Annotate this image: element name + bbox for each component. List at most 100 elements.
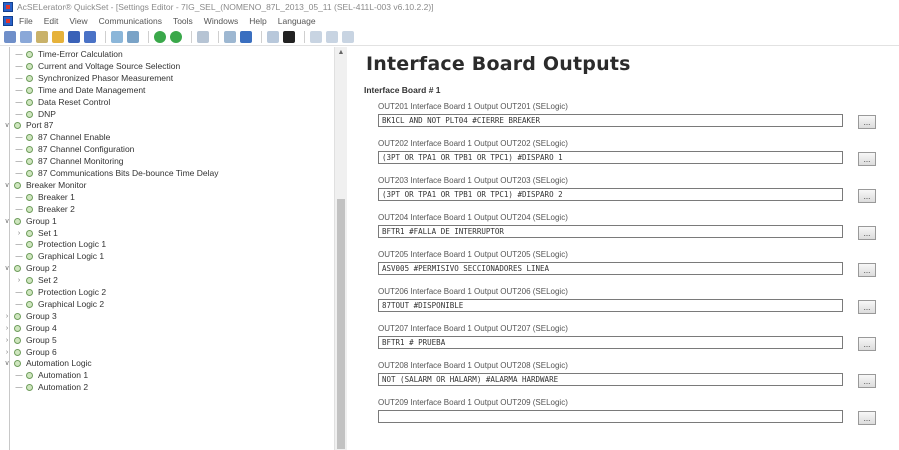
- tree-item[interactable]: — Time and Date Management: [15, 85, 146, 96]
- tree-item[interactable]: — Data Reset Control: [15, 97, 111, 108]
- send-icon[interactable]: [197, 30, 209, 43]
- menu-communications[interactable]: Communications: [99, 16, 162, 26]
- tree-item[interactable]: ∨ Group 2: [3, 263, 56, 274]
- settings-icon[interactable]: [154, 30, 166, 43]
- expand-icon[interactable]: ›: [15, 275, 23, 286]
- menu-language[interactable]: Language: [278, 16, 316, 26]
- output-setting-row: OUT203 Interface Board 1 Output OUT203 (…: [378, 176, 878, 209]
- tree-item[interactable]: ∨ Automation Logic: [3, 358, 92, 369]
- tree-item[interactable]: — Automation 2: [15, 382, 89, 393]
- tree-item[interactable]: › Set 1: [15, 228, 58, 239]
- tree-item[interactable]: › Group 4: [3, 323, 57, 334]
- selogic-expression-field[interactable]: [378, 410, 843, 423]
- tree-item[interactable]: — Current and Voltage Source Selection: [15, 61, 181, 72]
- tree-item[interactable]: ∨ Breaker Monitor: [3, 180, 86, 191]
- tree-item[interactable]: — Automation 1: [15, 370, 89, 381]
- toolbar-separator: [261, 30, 262, 43]
- terminal-icon[interactable]: [240, 30, 252, 43]
- tree-guide-icon: —: [15, 289, 23, 296]
- expression-builder-button[interactable]: ...: [858, 411, 876, 425]
- settings-node-icon: [26, 193, 33, 201]
- tree-item[interactable]: ∨ Port 87: [3, 120, 53, 131]
- selogic-expression-field[interactable]: (3PT OR TPA1 OR TPB1 OR TPC1) #DISPARO 1: [378, 151, 843, 164]
- connect-icon[interactable]: [127, 30, 139, 43]
- folder-icon[interactable]: [36, 30, 48, 43]
- settings-node-icon: [26, 146, 33, 154]
- tree-item[interactable]: — 87 Channel Enable: [15, 132, 111, 143]
- menu-edit[interactable]: Edit: [44, 16, 59, 26]
- expression-builder-button[interactable]: ...: [858, 300, 876, 314]
- scroll-thumb[interactable]: [337, 199, 345, 449]
- expression-builder-button[interactable]: ...: [858, 226, 876, 240]
- print-icon[interactable]: [84, 30, 96, 43]
- tree-item[interactable]: — Breaker 2: [15, 204, 75, 215]
- expression-builder-button[interactable]: ...: [858, 115, 876, 129]
- tree-item-label: 87 Communications Bits De-bounce Time De…: [38, 168, 219, 178]
- selogic-expression-field[interactable]: 87TOUT #DISPONIBLE: [378, 299, 843, 312]
- events-icon[interactable]: [267, 30, 279, 43]
- tree-guide-icon: —: [15, 253, 23, 261]
- menu-view[interactable]: View: [69, 16, 87, 26]
- disconnect-icon[interactable]: [283, 30, 295, 43]
- scroll-up-arrow-icon[interactable]: ▲: [337, 49, 345, 57]
- selogic-expression-field[interactable]: (3PT OR TPA1 OR TPB1 OR TPC1) #DISPARO 2: [378, 188, 843, 201]
- selogic-expression-field[interactable]: BK1CL AND NOT PLT04 #CIERRE BREAKER: [378, 114, 843, 127]
- tree-item[interactable]: — Time-Error Calculation: [15, 49, 123, 60]
- tree-item-label: Automation Logic: [26, 358, 92, 369]
- tree-item[interactable]: — Synchronized Phasor Measurement: [15, 73, 174, 84]
- new-icon[interactable]: [4, 30, 16, 43]
- tree-guide-icon: —: [15, 146, 23, 154]
- info-icon[interactable]: [326, 30, 338, 43]
- output-setting-row: OUT206 Interface Board 1 Output OUT206 (…: [378, 287, 878, 320]
- save-icon[interactable]: [52, 30, 64, 43]
- output-label: OUT205 Interface Board 1 Output OUT205 (…: [378, 250, 568, 259]
- tree-item[interactable]: — DNP: [15, 109, 56, 120]
- tree-item-label: Group 5: [26, 334, 57, 345]
- hmi-icon[interactable]: [224, 30, 236, 43]
- settings-node-icon: [26, 51, 33, 58]
- tree-item[interactable]: — 87 Channel Monitoring: [15, 156, 124, 167]
- tree-item[interactable]: ∨ Group 1: [3, 216, 56, 227]
- expression-builder-button[interactable]: ...: [858, 263, 876, 277]
- tree-item[interactable]: — Graphical Logic 2: [15, 299, 105, 310]
- expression-builder-button[interactable]: ...: [858, 374, 876, 388]
- expression-builder-button[interactable]: ...: [858, 152, 876, 166]
- tree-guide-icon: —: [15, 134, 23, 142]
- tree-item[interactable]: — 87 Communications Bits De-bounce Time D…: [15, 168, 219, 179]
- tree-scrollbar[interactable]: ▲: [334, 47, 347, 450]
- menu-file[interactable]: File: [19, 16, 33, 26]
- selogic-expression-field[interactable]: BFTR1 #FALLA DE INTERRUPTOR: [378, 225, 843, 238]
- toolbar-separator: [191, 30, 192, 43]
- menu-help[interactable]: Help: [249, 16, 266, 26]
- read-icon[interactable]: [170, 30, 182, 43]
- settings-node-icon: [26, 277, 33, 285]
- tree-item-label: 87 Channel Monitoring: [38, 156, 124, 167]
- tree-item[interactable]: — Graphical Logic 1: [15, 251, 105, 262]
- help-icon[interactable]: [310, 30, 322, 43]
- expression-builder-button[interactable]: ...: [858, 337, 876, 351]
- about-icon[interactable]: [342, 30, 354, 43]
- preview-icon[interactable]: [111, 30, 123, 43]
- open-icon[interactable]: [20, 30, 32, 43]
- expand-icon[interactable]: ›: [15, 228, 23, 239]
- tree-guide-icon: —: [15, 86, 23, 94]
- settings-tree[interactable]: — Time-Error Calculation — Current and Volt…: [0, 47, 347, 450]
- tree-guide-line: [9, 47, 10, 450]
- selogic-expression-field[interactable]: NOT (SALARM OR HALARM) #ALARMA HARDWARE: [378, 373, 843, 386]
- tree-item[interactable]: — 87 Channel Configuration: [15, 144, 135, 155]
- tree-item-label: Automation 1: [38, 370, 89, 381]
- tree-guide-icon: —: [15, 384, 23, 392]
- tree-item[interactable]: › Group 6: [3, 347, 57, 358]
- tree-item[interactable]: — Breaker 1: [15, 192, 75, 203]
- expression-builder-button[interactable]: ...: [858, 189, 876, 203]
- tree-item[interactable]: › Set 2: [15, 275, 58, 286]
- menu-tools[interactable]: Tools: [173, 16, 193, 26]
- menu-windows[interactable]: Windows: [204, 16, 238, 26]
- tree-item[interactable]: — Protection Logic 2: [15, 287, 107, 298]
- selogic-expression-field[interactable]: ASV005 #PERMISIVO SECCIONADORES LINEA: [378, 262, 843, 275]
- save-as-icon[interactable]: [68, 30, 80, 43]
- tree-item[interactable]: › Group 3: [3, 311, 57, 322]
- tree-item[interactable]: — Protection Logic 1: [15, 239, 107, 250]
- tree-item[interactable]: › Group 5: [3, 335, 57, 346]
- selogic-expression-field[interactable]: BFTR1 # PRUEBA: [378, 336, 843, 349]
